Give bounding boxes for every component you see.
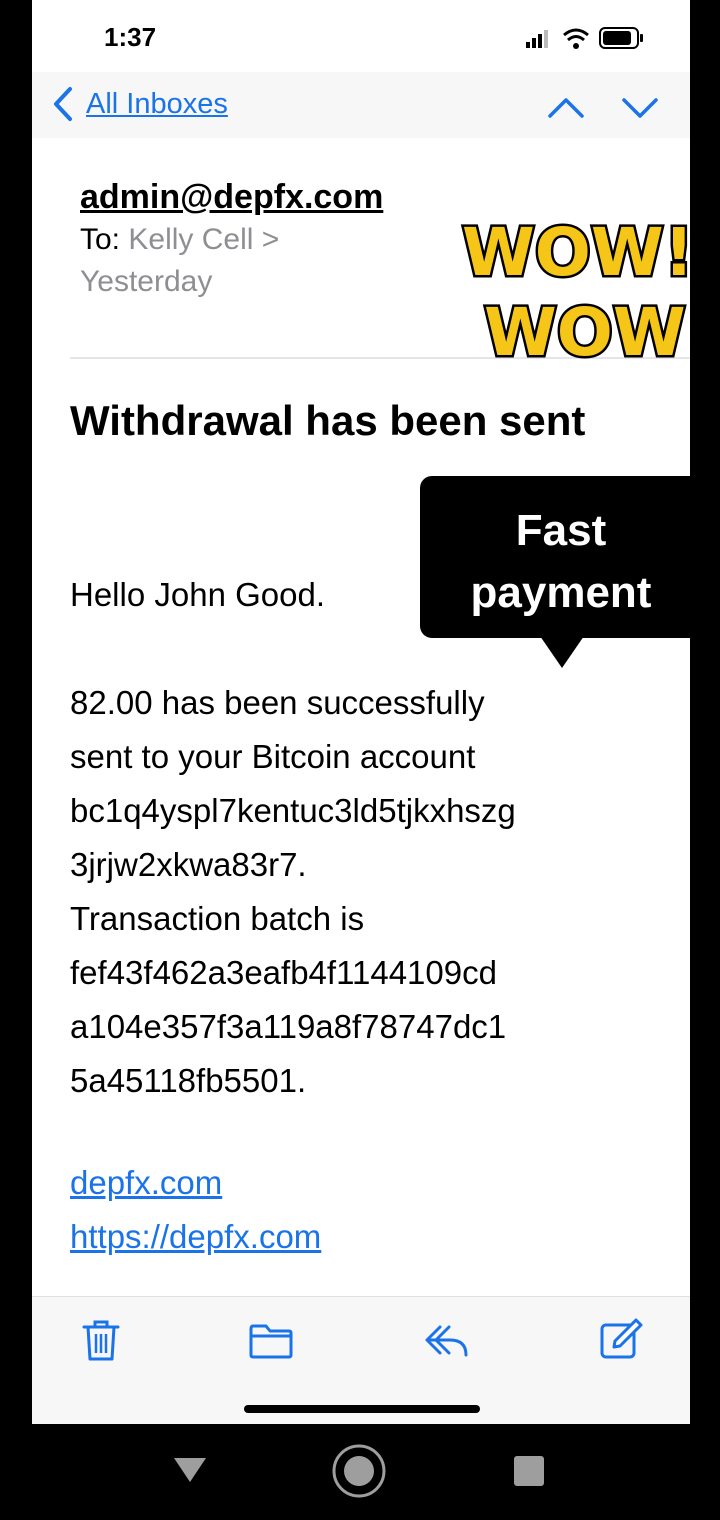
chevron-up-icon[interactable] — [548, 98, 584, 118]
back-button[interactable]: All Inboxes — [52, 86, 228, 122]
email-subject: Withdrawal has been sent — [70, 397, 586, 444]
callout-line-1: Fast — [515, 506, 607, 555]
body-line: sent to your Bitcoin account — [70, 738, 476, 775]
recents-square-icon[interactable] — [512, 1454, 546, 1488]
body-line: 5a45118fb5501. — [70, 1062, 307, 1099]
status-time: 1:37 — [104, 22, 157, 52]
link-depfx-https[interactable]: https://depfx.com — [70, 1210, 321, 1264]
wow-text-1: WOW! — [462, 214, 690, 291]
chevron-down-icon[interactable] — [622, 98, 658, 118]
wow-sticker: WOW! WOW! — [460, 212, 690, 366]
mail-nav-bar: All Inboxes — [32, 72, 690, 138]
callout-bubble: Fast payment — [420, 476, 690, 668]
body-line: a104e357f3a119a8f78747dc1 — [70, 1008, 507, 1045]
folder-icon[interactable] — [248, 1317, 294, 1363]
trash-icon[interactable] — [78, 1317, 124, 1363]
callout-tail — [540, 636, 584, 668]
wow-text-2: WOW! — [484, 294, 690, 365]
callout-line-2: payment — [470, 568, 652, 617]
back-label: All Inboxes — [86, 87, 228, 120]
signal-icon — [526, 30, 548, 48]
to-prefix: To: — [80, 223, 121, 256]
android-nav-bar — [0, 1424, 720, 1520]
status-icons — [526, 27, 643, 49]
link-depfx[interactable]: depfx.com — [70, 1156, 321, 1210]
body-line: bc1q4yspl7kentuc3ld5tjkxhszg — [70, 792, 516, 829]
recipient-name[interactable]: Kelly Cell > — [128, 223, 279, 256]
back-triangle-icon[interactable] — [170, 1454, 210, 1486]
chevron-left-icon — [54, 87, 72, 121]
body-line: Transaction batch is — [70, 900, 365, 937]
mail-screen: 1:37 All Inboxes admin@depfx.com To: Kel… — [32, 0, 690, 1424]
home-circle-icon[interactable] — [330, 1442, 388, 1500]
wifi-icon — [563, 28, 589, 49]
battery-icon — [599, 27, 643, 49]
body-line: 82.00 has been successfully — [70, 684, 485, 721]
body-line: 3jrjw2xkwa83r7. — [70, 846, 307, 883]
message-nav-arrows — [548, 98, 658, 118]
home-indicator[interactable] — [244, 1405, 480, 1413]
body-line: fef43f462a3eafb4f1144109cd — [70, 954, 497, 991]
callout-text: Fast payment — [420, 500, 690, 624]
reply-icon[interactable] — [424, 1317, 470, 1363]
mail-toolbar — [32, 1296, 690, 1424]
compose-icon[interactable] — [598, 1317, 644, 1363]
email-message: 82.00 has been successfully sent to your… — [70, 676, 670, 1108]
email-links: depfx.com https://depfx.com — [70, 1156, 321, 1264]
status-bar: 1:37 — [32, 0, 690, 72]
